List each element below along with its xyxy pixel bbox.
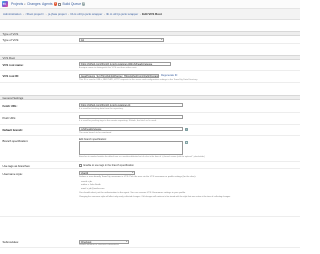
teamcity-logo[interactable]: TC [0, 0, 9, 9]
vcs-root-id-label: VCS root ID: [3, 74, 19, 78]
fetch-url-row: Fetch URL: https://github.com/ifrs/ufcl.… [0, 101, 300, 113]
chevron-down-icon: ▾ [132, 172, 134, 174]
default-branch-label: Default branch: [3, 128, 24, 132]
push-url-hint: It is used for pushing tags to the remot… [79, 120, 157, 123]
push-url-input[interactable] [79, 115, 183, 120]
username-style-note: You should select just the authorization… [79, 192, 186, 194]
vcs-root-name-hint: A unique name to distinguish this VCS ro… [79, 66, 138, 69]
type-of-vcs-row: Type of VCS: Git ▾ [0, 37, 300, 44]
breadcrumb-item[interactable]: lib.tc.ufcl.js.jsclo.wrapper [106, 12, 138, 16]
vcs-root-id-row: VCS root ID: JavaProjects_SysThirdJsInfo… [0, 72, 300, 83]
vcs-root-name-label-text: VCS root name: [2, 62, 24, 67]
branch-specification-textarea[interactable] [79, 141, 183, 155]
use-tags-row: Use tags as branches: Enable to use tags… [0, 162, 300, 169]
username-example: email = jdc@mailer.com [81, 187, 105, 190]
use-tags-label: Use tags as branches: [2, 163, 31, 168]
breadcrumb-item[interactable]: lib.tc.ufcl.js.jsclo.wrapper [70, 12, 102, 16]
breadcrumb-separator-icon: › [22, 12, 24, 16]
queue-count-badge: 0 [82, 2, 86, 6]
breadcrumb: Administration › <Root project> › js-jhw… [0, 9, 300, 20]
fetch-url-input[interactable]: https://github.com/ifrs/ufcl.js.jsclo.wr… [79, 103, 183, 108]
username-style-label: Username style: [2, 171, 23, 176]
nav-build-queue-label: Build Queue [62, 2, 82, 6]
type-of-vcs-value: Git [80, 38, 84, 42]
default-branch-label-text: Default branch: [2, 127, 24, 132]
push-url-label: Push URL: [2, 115, 17, 120]
vcs-root-id-label-text: VCS root ID: [2, 74, 19, 78]
branch-picker-icon[interactable]: ▤ [184, 127, 188, 131]
default-branch-input[interactable]: refs/heads/release [79, 127, 183, 132]
chevron-down-icon: ▾ [24, 2, 26, 6]
vcs-root-name-input[interactable]: https://github.com/ifrs/ufcl.js.jsclo.wr… [79, 62, 171, 67]
breadcrumb-item[interactable]: <Root project> [25, 12, 44, 16]
submodules-select[interactable]: Checkout ▾ [79, 239, 129, 244]
nav-agents-label: Agents [42, 2, 53, 6]
vcs-root-id-hint: This ID is used in URLs, REST API, HTTP … [79, 78, 198, 81]
username-style-hint: Defines a user-friendly TeamCity usernam… [79, 176, 196, 178]
nav-build-queue[interactable]: Build Queue 0 [58, 2, 86, 6]
submodules-label: Submodules: [2, 240, 19, 244]
breadcrumb-item[interactable]: js-jhwa project [48, 12, 66, 16]
default-branch-hint: The main branch to be monitored [79, 131, 112, 134]
use-tags-checkbox[interactable] [79, 163, 82, 167]
logo-icon: TC [1, 1, 8, 7]
vcs-root-id-input[interactable]: JavaProjects_SysThirdJsInfoWrapper_Https… [79, 73, 159, 78]
submodules-hint: Defines whether to checkout submodules [79, 244, 120, 247]
breadcrumb-item[interactable]: Administration [3, 12, 21, 16]
agents-count-badge: 1 [53, 2, 57, 6]
username-style-warning: Changing the username style will affect … [79, 196, 231, 198]
nav-changes-label: Changes [26, 2, 41, 6]
nav-agents[interactable]: Agents 1 [42, 2, 57, 6]
breadcrumb-separator-icon: › [139, 12, 141, 16]
regenerate-id-link[interactable]: Regenerate ID [161, 74, 177, 77]
nav-projects-label: Projects [11, 2, 24, 6]
section-header-vcs-root: VCS Root [0, 55, 300, 61]
username-style-select[interactable]: UserId ▾ [79, 171, 135, 175]
branch-specification-hint: Branches to monitor besides the default … [79, 156, 205, 158]
chevron-down-icon: ▾ [126, 240, 128, 243]
fetch-url-label: Fetch URL: [3, 104, 18, 108]
type-of-vcs-select[interactable]: Git ▾ [79, 37, 164, 42]
queue-icon [58, 2, 62, 6]
top-navigation-bar: TC Projects ▾ Changes Agents 1 Build Que… [0, 0, 300, 9]
vcs-root-name-label: VCS root name: [3, 63, 24, 67]
section-header-general: General Settings [0, 95, 300, 101]
branch-specification-row: Branch specification: Edit branch specif… [0, 137, 300, 162]
username-style-row: Username style: UserId ▾ Defines a user-… [0, 170, 300, 217]
expand-editor-icon[interactable]: ⤢ [184, 141, 188, 145]
chevron-down-icon: ▾ [161, 38, 163, 41]
section-header-type: Type of VCS [0, 31, 300, 37]
fetch-url-label-text: Fetch URL: [2, 103, 18, 108]
push-url-row: Push URL: It is used for pushing tags to… [0, 113, 300, 125]
fetch-url-hint: It is used for fetching data from the re… [79, 108, 124, 111]
breadcrumb-separator-icon: › [45, 12, 47, 16]
username-example: author = John Smith [81, 184, 101, 186]
type-of-vcs-label: Type of VCS: [2, 38, 19, 43]
submodules-row: Submodules: Checkout ▾ Defines whether t… [0, 238, 300, 248]
breadcrumb-separator-icon: › [103, 12, 105, 16]
page-title: Edit VCS Root [142, 12, 162, 16]
username-example: userid = jdc [81, 180, 93, 183]
nav-changes[interactable]: Changes [27, 2, 41, 6]
nav-projects[interactable]: Projects ▾ [11, 2, 25, 6]
breadcrumb-separator-icon: › [68, 12, 69, 16]
main-nav: Projects ▾ Changes Agents 1 Build Queue … [11, 2, 86, 6]
username-style-value: UserId [80, 172, 89, 175]
default-branch-row: Default branch: refs/heads/release ▤ The… [0, 125, 300, 136]
branch-specification-label: Branch specification: [2, 139, 29, 143]
vcs-root-name-row: VCS root name: https://github.com/ifrs/u… [0, 61, 300, 71]
use-tags-text: Enable to use tags in the branch specifi… [83, 164, 134, 168]
